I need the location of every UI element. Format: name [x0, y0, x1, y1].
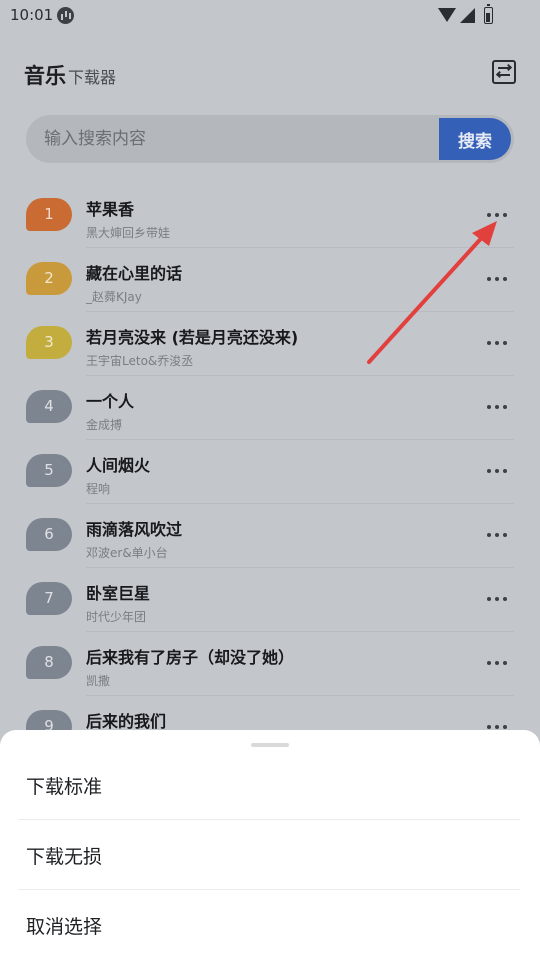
cancel-selection-option[interactable]: 取消选择	[18, 890, 520, 960]
more-options-icon[interactable]	[486, 656, 510, 668]
search-input[interactable]	[26, 115, 438, 163]
rank-badge: 6	[26, 518, 72, 551]
app-title: 音乐	[24, 64, 66, 88]
app-subtitle: 下载器	[68, 68, 117, 87]
signal-icon	[460, 8, 475, 23]
rank-badge: 2	[26, 262, 72, 295]
more-options-icon[interactable]	[486, 400, 510, 412]
search-bar: 搜索	[26, 115, 514, 163]
song-artist: 程响	[86, 482, 111, 496]
more-options-icon[interactable]	[486, 592, 510, 604]
song-row[interactable]: 1 苹果香黑大婶回乡带娃	[0, 184, 540, 248]
option-label: 下载标准	[26, 776, 103, 798]
song-artist: 黑大婶回乡带娃	[86, 226, 171, 240]
song-list: 1 苹果香黑大婶回乡带娃 2 藏在心里的话 _赵蕣KJay 3 若月亮没来 (若是月亮还没来…	[0, 184, 540, 760]
more-options-icon[interactable]	[486, 208, 510, 220]
rank-badge: 8	[26, 646, 72, 679]
song-title: 人间烟火	[86, 456, 151, 475]
sheet-drag-handle[interactable]	[251, 743, 289, 747]
song-title: 一个人	[86, 392, 135, 411]
song-artist: _赵蕣KJay	[86, 290, 142, 304]
search-button[interactable]: 搜索	[439, 118, 511, 160]
rank-badge: 3	[26, 326, 72, 359]
song-row[interactable]: 2 藏在心里的话 _赵蕣KJay	[0, 248, 540, 312]
rank-badge: 5	[26, 454, 72, 487]
more-options-icon[interactable]	[486, 272, 510, 284]
bottom-sheet: 下载标准 下载无损 取消选择	[0, 730, 540, 960]
song-title: 卧室巨星	[86, 584, 151, 603]
song-row[interactable]: 5 人间烟火程响	[0, 440, 540, 504]
song-artist: 凯撒	[86, 674, 111, 688]
app-header: 音乐 下载器	[24, 60, 516, 90]
song-row[interactable]: 6 雨滴落风吹过邓波er&单小台	[0, 504, 540, 568]
status-indicators	[438, 4, 510, 24]
song-row[interactable]: 3 若月亮没来 (若是月亮还没来) 王宇宙Leto&乔浚丞	[0, 312, 540, 376]
song-artist: 邓波er&单小台	[86, 546, 168, 560]
battery-icon	[484, 4, 493, 24]
rank-badge: 7	[26, 582, 72, 615]
option-label: 下载无损	[26, 846, 103, 868]
song-title: 后来的我们	[86, 712, 167, 731]
more-options-icon[interactable]	[486, 336, 510, 348]
more-options-icon[interactable]	[486, 528, 510, 540]
song-title: 雨滴落风吹过	[86, 520, 183, 539]
wifi-icon	[438, 8, 456, 22]
song-title: 藏在心里的话	[86, 264, 183, 283]
option-label: 取消选择	[26, 916, 103, 938]
stats-app-icon	[57, 7, 74, 24]
song-title: 若月亮没来 (若是月亮还没来)	[86, 328, 299, 347]
song-row[interactable]: 8 后来我有了房子（却没了她） 凯撒	[0, 632, 540, 696]
song-artist: 金成搏	[86, 418, 123, 432]
song-row[interactable]: 4 一个人金成搏	[0, 376, 540, 440]
more-options-icon[interactable]	[486, 464, 510, 476]
rank-badge: 1	[26, 198, 72, 231]
download-lossless-option[interactable]: 下载无损	[18, 820, 520, 890]
rank-badge: 4	[26, 390, 72, 423]
song-artist: 王宇宙Leto&乔浚丞	[86, 354, 194, 368]
song-artist: 时代少年团	[86, 610, 147, 624]
song-title: 后来我有了房子（却没了她）	[86, 648, 295, 667]
switch-icon[interactable]	[492, 60, 516, 84]
song-title: 苹果香	[86, 200, 135, 219]
download-standard-option[interactable]: 下载标准	[18, 750, 520, 820]
status-time: 10:01	[10, 6, 54, 24]
status-bar: 10:01	[0, 0, 540, 32]
song-row[interactable]: 7 卧室巨星时代少年团	[0, 568, 540, 632]
